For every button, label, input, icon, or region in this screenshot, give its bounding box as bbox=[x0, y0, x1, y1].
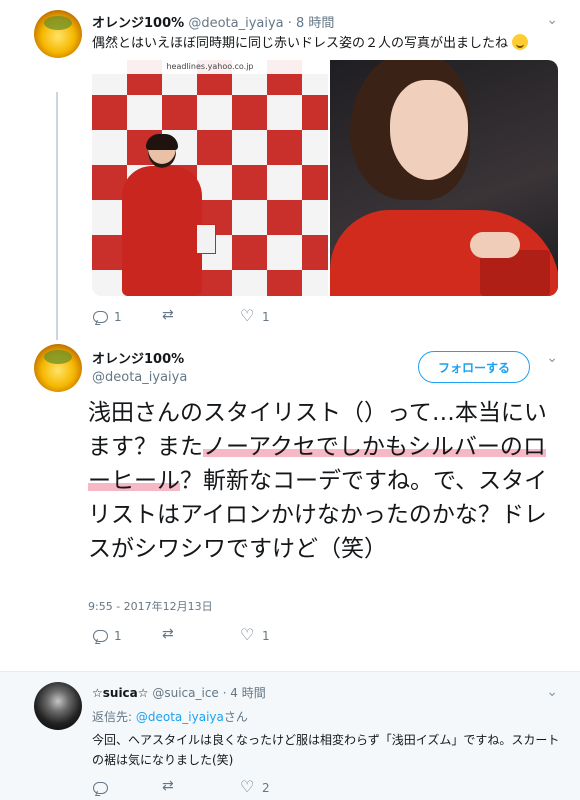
tweet-actions: 1 1 bbox=[92, 625, 270, 644]
tweet-actions: 1 1 bbox=[92, 306, 270, 325]
user-handle[interactable]: @suica_ice bbox=[152, 686, 218, 700]
reply-icon bbox=[92, 628, 108, 644]
retweet-button[interactable] bbox=[162, 626, 240, 644]
heart-icon bbox=[240, 306, 256, 325]
chevron-down-icon[interactable]: ⌄ bbox=[546, 12, 558, 28]
user-handle[interactable]: @deota_iyaiya bbox=[188, 16, 283, 31]
tweet-timestamp[interactable]: 9:55 - 2017年12月13日 bbox=[88, 598, 213, 614]
retweet-icon bbox=[162, 626, 178, 644]
retweet-icon bbox=[162, 307, 178, 325]
tweet-time[interactable]: · 8 時間 bbox=[288, 16, 335, 31]
tweet-text: 今回、ヘアスタイルは良くなったけど服は相変わらず「浅田イズム」ですね。スカートの… bbox=[92, 733, 560, 767]
tweet-text-content: 偶然とはいえほぼ同時期に同じ赤いドレス姿の２人の写真が出ましたね bbox=[92, 36, 509, 51]
reply-count: 1 bbox=[114, 629, 122, 643]
heart-icon bbox=[240, 777, 256, 796]
woman-in-red-dress bbox=[114, 134, 216, 296]
follow-button[interactable]: フォローする bbox=[418, 351, 530, 383]
reply-icon bbox=[92, 780, 108, 796]
tweet-header: ☆suica☆ @suica_ice · 4 時間 bbox=[92, 684, 266, 701]
thread-connector bbox=[56, 92, 58, 340]
smiling-face-icon bbox=[512, 34, 529, 50]
display-name[interactable]: ☆suica☆ bbox=[92, 686, 149, 700]
tweet-text: 浅田さんのスタイリスト（）って…本当にいます？またノーアクセでしかもシルバーのロ… bbox=[88, 396, 568, 566]
reply-count: 1 bbox=[114, 310, 122, 324]
tweet-text: 偶然とはいえほぼ同時期に同じ赤いドレス姿の２人の写真が出ましたね bbox=[92, 32, 529, 51]
like-button[interactable]: 2 bbox=[240, 777, 270, 796]
replying-label: 返信先: bbox=[92, 710, 133, 724]
like-button[interactable]: 1 bbox=[240, 625, 270, 644]
heart-icon bbox=[240, 625, 256, 644]
reply-icon bbox=[92, 309, 108, 325]
photo-left[interactable]: headlines.yahoo.co.jp bbox=[92, 60, 328, 296]
like-button[interactable]: 1 bbox=[240, 306, 270, 325]
chevron-down-icon[interactable]: ⌄ bbox=[546, 684, 558, 700]
photo-url-text: headlines.yahoo.co.jp bbox=[92, 60, 328, 74]
photo-right[interactable] bbox=[330, 60, 558, 296]
tweet-header: オレンジ100% @deota_iyaiya · 8 時間 bbox=[92, 12, 334, 31]
chevron-down-icon[interactable]: ⌄ bbox=[546, 350, 558, 366]
like-count: 2 bbox=[262, 781, 270, 795]
retweet-button[interactable] bbox=[162, 778, 240, 796]
reply-button[interactable] bbox=[92, 780, 162, 796]
like-count: 1 bbox=[262, 310, 270, 324]
like-count: 1 bbox=[262, 629, 270, 643]
replying-suffix: さん bbox=[223, 710, 248, 724]
tweet-time[interactable]: · 4 時間 bbox=[223, 686, 266, 700]
avatar[interactable] bbox=[34, 10, 82, 58]
reply-button[interactable]: 1 bbox=[92, 309, 162, 325]
display-name[interactable]: オレンジ100% bbox=[92, 348, 184, 367]
tweet-media[interactable]: headlines.yahoo.co.jp bbox=[92, 60, 558, 296]
reply-button[interactable]: 1 bbox=[92, 628, 162, 644]
tweet-actions: 2 bbox=[92, 777, 270, 796]
display-name[interactable]: オレンジ100% bbox=[92, 16, 184, 31]
avatar[interactable] bbox=[34, 344, 82, 392]
mention-link[interactable]: @deota_iyaiya bbox=[136, 710, 224, 724]
retweet-icon bbox=[162, 778, 178, 796]
user-handle[interactable]: @deota_iyaiya bbox=[92, 370, 187, 385]
replying-to: 返信先: @deota_iyaiyaさん bbox=[92, 708, 248, 725]
retweet-button[interactable] bbox=[162, 307, 240, 325]
avatar[interactable] bbox=[34, 682, 82, 730]
